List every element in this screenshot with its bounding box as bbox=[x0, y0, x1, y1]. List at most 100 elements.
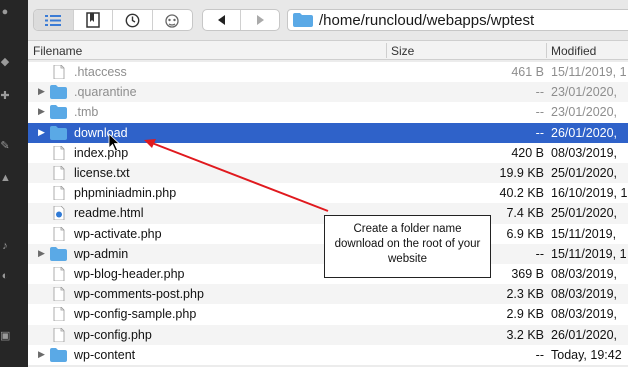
file-name: license.txt bbox=[74, 166, 130, 180]
background-app-strip: ● ◆ ✚ ✎ ▲ ♪ ◐ ▣ bbox=[0, 0, 28, 367]
file-name: phpminiadmin.php bbox=[74, 186, 177, 201]
sidebar-item-icon: ✚ bbox=[0, 90, 10, 102]
file-row[interactable]: ▶ .quarantine -- 23/01/2020, bbox=[28, 82, 628, 103]
bookmark-icon bbox=[86, 12, 100, 28]
file-size: -- bbox=[535, 105, 544, 120]
file-name: .htaccess bbox=[74, 65, 127, 79]
file-modified: 23/01/2020, bbox=[551, 105, 618, 120]
folder-icon bbox=[293, 13, 313, 27]
folder-icon bbox=[50, 105, 67, 120]
sidebar-item-icon: ♪ bbox=[2, 240, 8, 252]
file-modified: 08/03/2019, bbox=[551, 145, 618, 160]
file-size: 19.9 KB bbox=[499, 166, 544, 180]
sidebar-item-icon: ✎ bbox=[0, 140, 10, 152]
file-modified: 25/01/2020, bbox=[551, 166, 618, 180]
history-nav bbox=[202, 9, 280, 31]
file-name: wp-config.php bbox=[74, 327, 152, 342]
file-manager-window: /home/runcloud/webapps/wptest Filename S… bbox=[28, 0, 628, 367]
file-modified: 16/10/2019, 1 bbox=[551, 186, 628, 201]
sidebar-item-icon: ▣ bbox=[0, 330, 11, 342]
sidebar-item-icon: ▲ bbox=[0, 172, 11, 184]
file-row[interactable]: ▶ .tmb -- 23/01/2020, bbox=[28, 102, 628, 123]
expand-arrow-icon[interactable]: ▶ bbox=[38, 349, 45, 360]
folder-icon bbox=[50, 125, 67, 140]
sidebar-item-icon: ◐ bbox=[1, 270, 9, 282]
file-name: wp-config-sample.php bbox=[74, 307, 197, 322]
back-button[interactable] bbox=[203, 10, 241, 30]
folder-icon bbox=[50, 347, 67, 362]
back-icon bbox=[217, 15, 225, 25]
file-row[interactable]: wp-comments-post.php 2.3 KB 08/03/2019, bbox=[28, 284, 628, 305]
file-row[interactable]: phpminiadmin.php 40.2 KB 16/10/2019, 1 bbox=[28, 183, 628, 204]
file-modified: 08/03/2019, bbox=[551, 287, 618, 302]
file-row[interactable]: index.php 420 B 08/03/2019, bbox=[28, 142, 628, 163]
expand-arrow-icon[interactable]: ▶ bbox=[38, 106, 45, 117]
list-view-button[interactable] bbox=[34, 10, 74, 30]
file-modified: 15/11/2019, 1 bbox=[551, 246, 627, 261]
recent-clock-icon bbox=[125, 13, 140, 27]
sidebar-item-icon: ● bbox=[1, 6, 9, 18]
file-modified: 08/03/2019, bbox=[551, 267, 618, 281]
html-file-icon bbox=[53, 206, 65, 221]
file-row[interactable]: ▶ download -- 26/01/2020, bbox=[28, 122, 628, 143]
file-name: readme.html bbox=[74, 206, 144, 221]
file-size: -- bbox=[535, 125, 544, 140]
bookmarks-button[interactable] bbox=[74, 10, 113, 30]
file-modified: 15/11/2019, 1 bbox=[551, 65, 627, 79]
file-row[interactable]: license.txt 19.9 KB 25/01/2020, bbox=[28, 163, 628, 184]
file-size: -- bbox=[535, 246, 544, 261]
file-modified: 23/01/2020, bbox=[551, 85, 618, 100]
file-modified: 26/01/2020, bbox=[551, 327, 618, 342]
expand-arrow-icon[interactable]: ▶ bbox=[38, 127, 45, 138]
forward-button[interactable] bbox=[241, 10, 279, 30]
file-size: 369 B bbox=[511, 267, 544, 281]
column-filename[interactable]: Filename bbox=[33, 44, 82, 58]
file-modified: 08/03/2019, bbox=[551, 307, 618, 322]
file-name: wp-blog-header.php bbox=[74, 267, 185, 281]
annotation-callout: Create a folder name download on the roo… bbox=[324, 215, 491, 278]
column-divider[interactable] bbox=[386, 43, 387, 58]
document-file-icon bbox=[53, 226, 65, 241]
file-row[interactable]: ▶ wp-content -- Today, 19:42 bbox=[28, 344, 628, 365]
path-field[interactable]: /home/runcloud/webapps/wptest bbox=[287, 9, 628, 31]
file-size: -- bbox=[535, 347, 544, 362]
path-text: /home/runcloud/webapps/wptest bbox=[319, 11, 535, 29]
document-file-icon bbox=[53, 65, 65, 79]
file-name: download bbox=[74, 125, 128, 140]
document-file-icon bbox=[53, 327, 65, 342]
file-name: wp-activate.php bbox=[74, 226, 162, 241]
file-name: wp-content bbox=[74, 347, 136, 362]
history-button[interactable] bbox=[113, 10, 153, 30]
file-size: 2.3 KB bbox=[506, 287, 544, 302]
forward-icon bbox=[257, 15, 264, 25]
expand-arrow-icon[interactable]: ▶ bbox=[38, 248, 45, 259]
folder-icon bbox=[50, 85, 67, 100]
file-size: 2.9 KB bbox=[506, 307, 544, 322]
document-file-icon bbox=[53, 166, 65, 180]
column-modified[interactable]: Modified bbox=[551, 44, 596, 58]
file-size: -- bbox=[535, 85, 544, 100]
file-size: 7.4 KB bbox=[506, 206, 544, 221]
file-name: index.php bbox=[74, 145, 129, 160]
connections-icon bbox=[165, 13, 179, 28]
file-name: .tmb bbox=[74, 105, 99, 120]
expand-arrow-icon[interactable]: ▶ bbox=[38, 86, 45, 97]
document-file-icon bbox=[53, 145, 65, 160]
file-row[interactable]: wp-config.php 3.2 KB 26/01/2020, bbox=[28, 324, 628, 345]
list-view-icon bbox=[45, 14, 62, 26]
document-file-icon bbox=[53, 186, 65, 201]
file-modified: 15/11/2019, bbox=[551, 226, 617, 241]
document-file-icon bbox=[53, 307, 65, 322]
column-divider[interactable] bbox=[546, 43, 547, 58]
sidebar-item-icon: ◆ bbox=[0, 56, 10, 68]
file-modified: 25/01/2020, bbox=[551, 206, 618, 221]
file-size: 420 B bbox=[511, 145, 544, 160]
file-row[interactable]: wp-config-sample.php 2.9 KB 08/03/2019, bbox=[28, 304, 628, 325]
file-name: wp-comments-post.php bbox=[74, 287, 204, 302]
column-size[interactable]: Size bbox=[391, 44, 414, 58]
document-file-icon bbox=[53, 287, 65, 302]
connections-button[interactable] bbox=[153, 10, 192, 30]
file-size: 40.2 KB bbox=[499, 186, 544, 201]
file-row[interactable]: .htaccess 461 B 15/11/2019, 1 bbox=[28, 62, 628, 83]
folder-icon bbox=[50, 246, 67, 261]
